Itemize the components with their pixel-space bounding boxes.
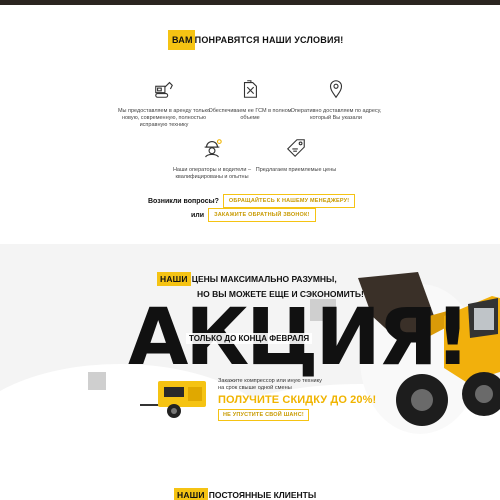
promo-deadline: ТОЛЬКО ДО КОНЦА ФЕВРАЛЯ xyxy=(186,333,313,344)
questions-label: Возникли вопросы? xyxy=(148,197,219,205)
feature-delivery: Оперативно доставляем по адресу, который… xyxy=(286,78,386,122)
feature-fuel: Обеспечиваем ее ГСМ в полном объеме xyxy=(200,78,300,122)
decor-square xyxy=(88,372,106,390)
clients-title: НАШИ ПОСТОЯННЫЕ КЛИЕНТЫ xyxy=(174,488,316,500)
clients-title-highlight: НАШИ xyxy=(174,488,208,500)
promo-headline-rest: ЦЕНЫ МАКСИМАЛЬНО РАЗУМНЫ, xyxy=(191,274,337,284)
offer-line: Закажите компрессор или иную технику xyxy=(218,378,322,384)
dont-miss-button[interactable]: НЕ УПУСТИТЕ СВОЙ ШАНС! xyxy=(218,409,309,421)
offer-text: Закажите компрессор или иную технику на … xyxy=(218,378,322,392)
discount-text: ПОЛУЧИТЕ СКИДКУ ДО 20%! xyxy=(218,394,377,406)
worker-helmet-icon xyxy=(204,139,222,158)
fuel-canister-icon xyxy=(243,80,257,98)
contact-manager-button[interactable]: ОБРАЩАЙТЕСЬ К НАШЕМУ МЕНЕДЖЕРУ! xyxy=(222,194,356,208)
feature-text: Оперативно доставляем по адресу, который… xyxy=(290,108,382,121)
price-tag-icon xyxy=(286,139,305,158)
conditions-title-highlight: ВАМ xyxy=(168,30,195,50)
excavator-icon xyxy=(155,81,173,98)
promo-headline-highlight: НАШИ xyxy=(157,272,191,286)
feature-prices: Предлагаем приемлемые цены xyxy=(246,137,346,174)
feature-text: Мы предоставляем в аренду только новую, … xyxy=(117,108,211,128)
feature-text: Обеспечиваем ее ГСМ в полном объеме xyxy=(208,108,292,121)
offer-line: на срок свыше одной смены xyxy=(218,385,292,391)
compressor-image xyxy=(140,381,206,418)
conditions-title: ВАМ ПОНРАВЯТСЯ НАШИ УСЛОВИЯ! xyxy=(168,30,343,50)
promo-banner: НАШИ ЦЕНЫ МАКСИМАЛЬНО РАЗУМНЫ, НО ВЫ МОЖ… xyxy=(0,244,500,454)
clients-title-rest: ПОСТОЯННЫЕ КЛИЕНТЫ xyxy=(208,490,317,500)
callback-row: или ЗАКАЖИТЕ ОБРАТНЫЙ ЗВОНОК! xyxy=(191,208,316,222)
feature-new-equipment: Мы предоставляем в аренду только новую, … xyxy=(114,78,214,129)
location-pin-icon xyxy=(329,80,343,99)
questions-row: Возникли вопросы? ОБРАЩАЙТЕСЬ К НАШЕМУ М… xyxy=(148,194,356,208)
top-dark-strip xyxy=(0,0,500,5)
order-callback-button[interactable]: ЗАКАЖИТЕ ОБРАТНЫЙ ЗВОНОК! xyxy=(208,208,316,222)
feature-text: Предлагаем приемлемые цены xyxy=(255,167,337,173)
or-label: или xyxy=(191,211,205,219)
conditions-title-rest: ПОНРАВЯТСЯ НАШИ УСЛОВИЯ! xyxy=(194,35,344,45)
